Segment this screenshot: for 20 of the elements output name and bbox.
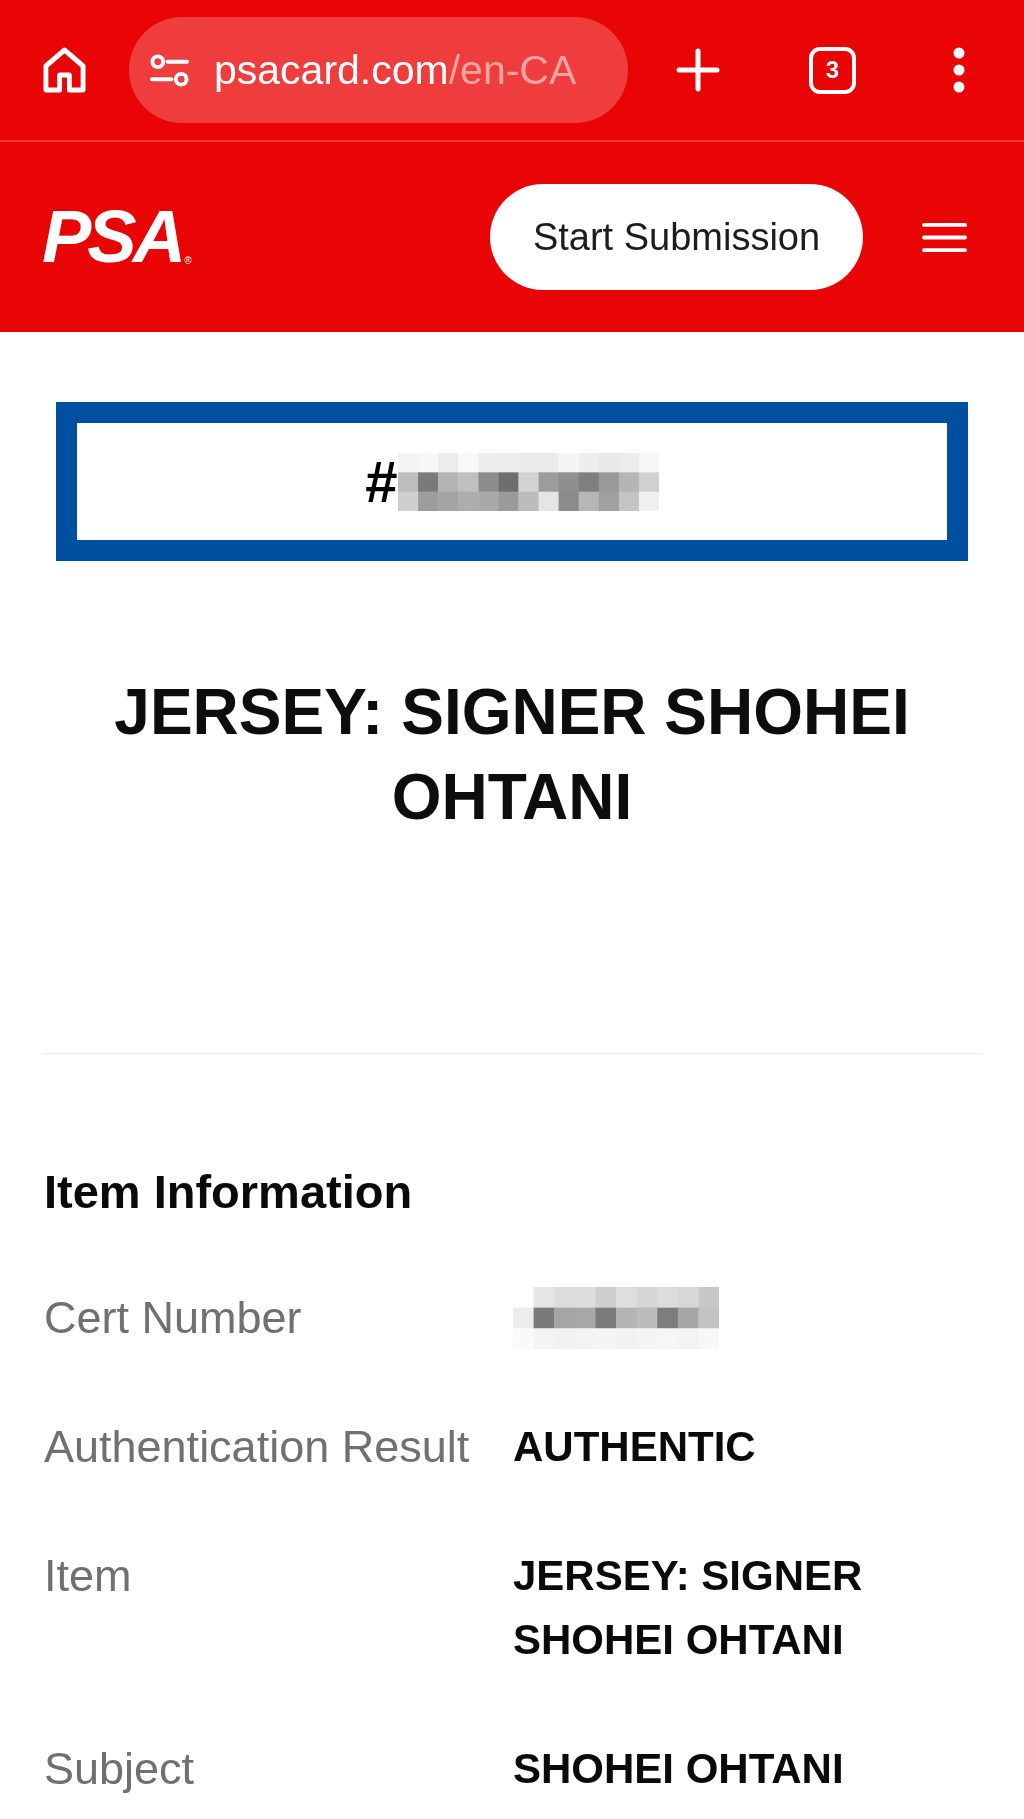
field-value: SHOHEI OHTANI xyxy=(513,1744,844,1794)
field-value: JERSEY: SIGNER SHOHEI OHTANI xyxy=(513,1551,864,1665)
logo-wordmark[interactable]: PSA xyxy=(42,207,183,267)
menu-icon[interactable] xyxy=(922,221,967,253)
field-label: Subject xyxy=(44,1742,195,1796)
registered-mark: ® xyxy=(184,255,192,267)
plus-icon[interactable] xyxy=(676,48,720,92)
url-text[interactable]: psacard.com/en-CA xyxy=(214,46,577,94)
field-label: Cert Number xyxy=(44,1291,302,1345)
cert-prefix: # xyxy=(365,451,398,512)
address-bar[interactable]: psacard.com/en-CA xyxy=(129,17,628,123)
home-icon[interactable] xyxy=(42,47,87,93)
field-label: Authentication Result xyxy=(44,1420,470,1474)
field-label: Item xyxy=(44,1549,132,1603)
sliders-icon[interactable] xyxy=(150,53,189,87)
field-value: AUTHENTIC xyxy=(513,1422,756,1472)
item-title: JERSEY: SIGNER SHOHEI OHTANI xyxy=(113,675,911,835)
section-heading: Item Information xyxy=(44,1164,413,1220)
tab-switcher-button[interactable]: 3 xyxy=(809,46,856,94)
start-submission-button[interactable]: Start Submission xyxy=(490,184,863,290)
